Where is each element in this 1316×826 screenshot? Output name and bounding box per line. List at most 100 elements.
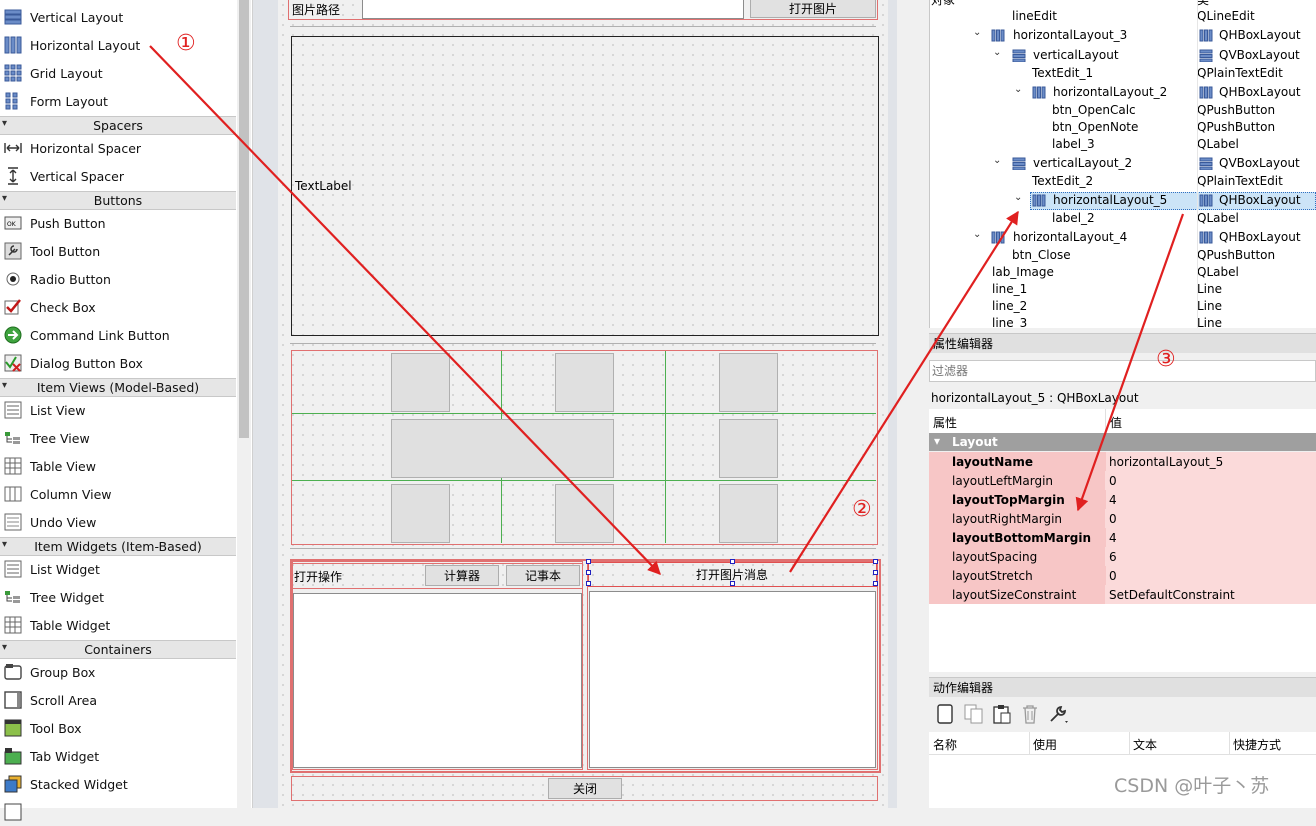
- chevron-down-icon[interactable]: ⌄: [993, 47, 1001, 58]
- tree-row-verticalLayout[interactable]: ⌄ verticalLayout QVBoxLayout: [929, 47, 1316, 65]
- selection-handle[interactable]: [586, 581, 591, 586]
- selection-handle[interactable]: [730, 559, 735, 564]
- col-property[interactable]: 属性: [933, 414, 957, 431]
- widget-horizontal-layout[interactable]: Horizontal Layout: [0, 31, 236, 59]
- prop-layoutSizeConstraint[interactable]: layoutSizeConstraint SetDefaultConstraint: [929, 585, 1316, 604]
- tree-row-TextEdit_2[interactable]: TextEdit_2 QPlainTextEdit: [929, 173, 1316, 191]
- selection-handle[interactable]: [873, 559, 878, 564]
- prop-layoutRightMargin[interactable]: layoutRightMargin 0: [929, 509, 1316, 528]
- copy-icon[interactable]: [963, 703, 985, 725]
- widget-tree-view[interactable]: Tree View: [0, 424, 236, 452]
- chevron-down-icon[interactable]: ⌄: [1014, 192, 1022, 203]
- tree-row-lab_Image[interactable]: lab_Image QLabel: [929, 264, 1316, 282]
- close-button[interactable]: 关闭: [548, 778, 622, 799]
- prop-layoutSpacing[interactable]: layoutSpacing 6: [929, 547, 1316, 566]
- col-used[interactable]: 使用: [1033, 736, 1057, 753]
- tree-row-line_3[interactable]: line_3 Line: [929, 315, 1316, 328]
- class-column-header[interactable]: 类: [1197, 0, 1209, 8]
- prop-layoutStretch[interactable]: layoutStretch 0: [929, 566, 1316, 585]
- selection-handle[interactable]: [586, 559, 591, 564]
- widget-tab-widget[interactable]: Tab Widget: [0, 742, 236, 770]
- widget-column-view[interactable]: Column View: [0, 480, 236, 508]
- widget-table-widget[interactable]: Table Widget: [0, 611, 236, 639]
- col-text[interactable]: 文本: [1133, 736, 1157, 753]
- image-label-frame[interactable]: [291, 36, 879, 336]
- text-edit-2[interactable]: [589, 591, 876, 768]
- selection-handle[interactable]: [873, 570, 878, 575]
- category-item-widgets[interactable]: ▾ Item Widgets (Item-Based): [0, 537, 236, 556]
- prop-layoutTopMargin[interactable]: layoutTopMargin 4: [929, 490, 1316, 509]
- new-action-icon[interactable]: [935, 703, 955, 725]
- widget-tree-widget[interactable]: Tree Widget: [0, 583, 236, 611]
- paste-icon[interactable]: [991, 703, 1013, 725]
- widget-stacked-widget[interactable]: Stacked Widget: [0, 770, 236, 798]
- placeholder-widget[interactable]: [391, 419, 614, 478]
- chevron-down-icon[interactable]: ⌄: [1014, 84, 1022, 95]
- tree-row-horizontalLayout_2[interactable]: ⌄ horizontalLayout_2 QHBoxLayout: [929, 84, 1316, 102]
- col-shortcut[interactable]: 快捷方式: [1233, 736, 1281, 753]
- widget-vertical-layout[interactable]: Vertical Layout: [0, 3, 236, 31]
- widget-group-box[interactable]: Group Box: [0, 658, 236, 686]
- tree-row-horizontalLayout_3[interactable]: ⌄ horizontalLayout_3 QHBoxLayout: [929, 27, 1316, 45]
- open-image-button[interactable]: 打开图片: [750, 0, 876, 18]
- widget-grid-layout[interactable]: Grid Layout: [0, 59, 236, 87]
- property-filter-input[interactable]: [929, 360, 1316, 382]
- tree-row-label_2[interactable]: label_2 QLabel: [929, 210, 1316, 228]
- prop-layoutBottomMargin[interactable]: layoutBottomMargin 4: [929, 528, 1316, 547]
- placeholder-widget[interactable]: [555, 484, 614, 543]
- category-buttons[interactable]: ▾ Buttons: [0, 191, 236, 210]
- widget-undo-view[interactable]: Undo View: [0, 508, 236, 536]
- prop-layoutLeftMargin[interactable]: layoutLeftMargin 0: [929, 471, 1316, 490]
- tree-row-btn_Close[interactable]: btn_Close QPushButton: [929, 247, 1316, 265]
- widget-tool-button[interactable]: Tool Button: [0, 237, 236, 265]
- tree-row-btn_OpenCalc[interactable]: btn_OpenCalc QPushButton: [929, 102, 1316, 120]
- tree-row-label_3[interactable]: label_3 QLabel: [929, 136, 1316, 154]
- widget-horizontal-spacer[interactable]: Horizontal Spacer: [0, 134, 236, 162]
- category-spacers[interactable]: ▾ Spacers: [0, 116, 236, 135]
- text-edit-1[interactable]: [293, 593, 582, 768]
- widget-dialog-button-box[interactable]: Dialog Button Box: [0, 349, 236, 377]
- tree-row-lineEdit[interactable]: lineEdit QLineEdit: [929, 8, 1316, 26]
- placeholder-widget[interactable]: [719, 484, 778, 543]
- tree-row-line_2[interactable]: line_2 Line: [929, 298, 1316, 316]
- chevron-down-icon[interactable]: ⌄: [993, 155, 1001, 166]
- chevron-down-icon[interactable]: ⌄: [973, 27, 981, 38]
- col-value[interactable]: 值: [1110, 414, 1122, 431]
- widget-vertical-spacer[interactable]: Vertical Spacer: [0, 162, 236, 190]
- category-containers[interactable]: ▾ Containers: [0, 640, 236, 659]
- tree-row-btn_OpenNote[interactable]: btn_OpenNote QPushButton: [929, 119, 1316, 137]
- prop-layoutName[interactable]: layoutName horizontalLayout_5: [929, 452, 1316, 471]
- tree-row-horizontalLayout_4[interactable]: ⌄ horizontalLayout_4 QHBoxLayout: [929, 229, 1316, 247]
- placeholder-widget[interactable]: [719, 353, 778, 412]
- selection-handle[interactable]: [586, 570, 591, 575]
- calculator-button[interactable]: 计算器: [425, 565, 499, 586]
- widget-more[interactable]: [0, 798, 236, 826]
- widget-form-layout[interactable]: Form Layout: [0, 87, 236, 115]
- tree-row-horizontalLayout_5[interactable]: ⌄ horizontalLayout_5 QHBoxLayout: [929, 192, 1316, 210]
- placeholder-widget[interactable]: [391, 484, 450, 543]
- widget-tool-box[interactable]: Tool Box: [0, 714, 236, 742]
- category-item-views[interactable]: ▾ Item Views (Model-Based): [0, 378, 236, 397]
- placeholder-widget[interactable]: [555, 353, 614, 412]
- tree-row-verticalLayout_2[interactable]: ⌄ verticalLayout_2 QVBoxLayout: [929, 155, 1316, 173]
- widget-box-scroll-thumb[interactable]: [239, 0, 249, 438]
- configure-icon[interactable]: [1047, 703, 1071, 725]
- widget-table-view[interactable]: Table View: [0, 452, 236, 480]
- widget-radio-button[interactable]: Radio Button: [0, 265, 236, 293]
- widget-list-widget[interactable]: List Widget: [0, 555, 236, 583]
- col-name[interactable]: 名称: [933, 736, 957, 753]
- tree-row-TextEdit_1[interactable]: TextEdit_1 QPlainTextEdit: [929, 65, 1316, 83]
- chevron-down-icon[interactable]: ⌄: [973, 229, 981, 240]
- widget-check-box[interactable]: Check Box: [0, 293, 236, 321]
- widget-scroll-area[interactable]: Scroll Area: [0, 686, 236, 714]
- tree-row-line_1[interactable]: line_1 Line: [929, 281, 1316, 299]
- object-column-header[interactable]: 对象: [931, 0, 955, 8]
- notepad-button[interactable]: 记事本: [506, 565, 580, 586]
- placeholder-widget[interactable]: [719, 419, 778, 478]
- delete-icon[interactable]: [1019, 703, 1041, 725]
- selection-handle[interactable]: [730, 581, 735, 586]
- widget-command-link-button[interactable]: Command Link Button: [0, 321, 236, 349]
- widget-push-button[interactable]: OK Push Button: [0, 209, 236, 237]
- property-group-layout[interactable]: ▾ Layout: [929, 433, 1316, 451]
- widget-list-view[interactable]: List View: [0, 396, 236, 424]
